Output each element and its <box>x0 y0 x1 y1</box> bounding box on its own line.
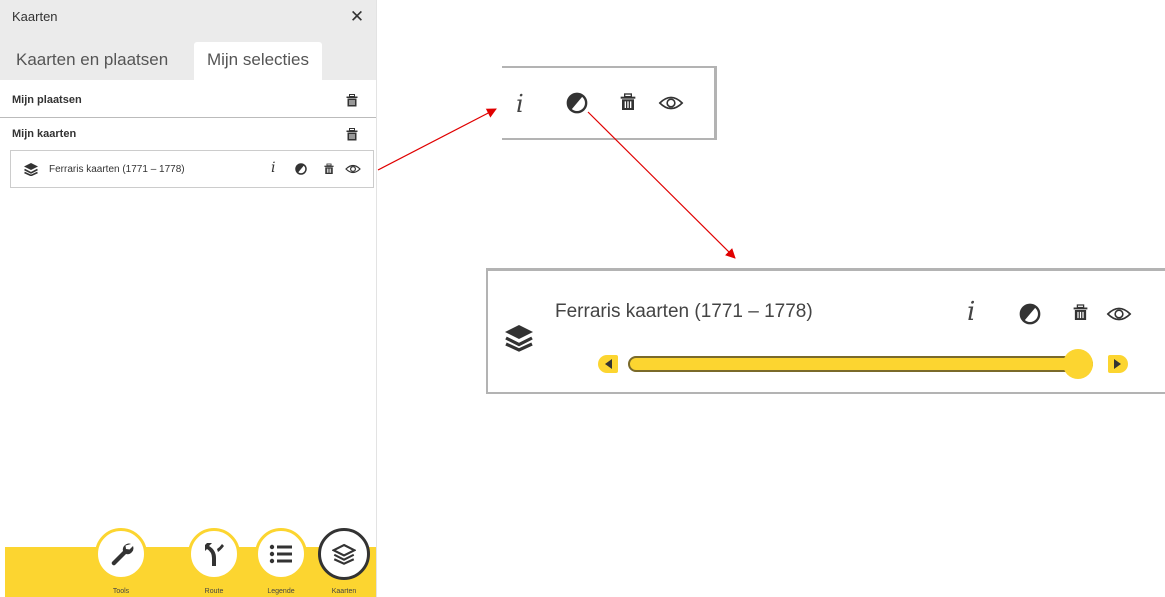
trash-icon[interactable] <box>620 92 636 112</box>
section-mijn-kaarten: Mijn kaarten <box>0 118 376 152</box>
layers-icon <box>503 322 535 352</box>
tab-mijn-selecties[interactable]: Mijn selecties <box>194 42 322 80</box>
close-button[interactable]: ✕ <box>346 6 368 28</box>
nav-label-kaarten: Kaarten <box>331 588 357 595</box>
nav-label-legende: Legende <box>267 588 295 595</box>
trash-icon[interactable] <box>346 94 358 107</box>
zoom-callout-actions: i <box>502 66 717 140</box>
layer-item-ferraris[interactable]: Ferraris kaarten (1771 – 1778) i <box>10 150 374 188</box>
eye-icon[interactable] <box>345 164 361 174</box>
slider-decrease-button[interactable] <box>598 355 618 373</box>
info-icon[interactable]: i <box>271 160 275 176</box>
route-icon <box>202 540 226 568</box>
section-mijn-plaatsen: Mijn plaatsen <box>0 84 376 118</box>
panel-header: Kaarten ✕ <box>0 0 376 36</box>
contrast-icon[interactable] <box>1019 303 1041 325</box>
caret-right-icon <box>1114 359 1121 369</box>
nav-label-tools: Tools <box>112 588 130 595</box>
info-icon[interactable]: i <box>967 297 975 327</box>
caret-left-icon <box>605 359 612 369</box>
kaarten-panel: Kaarten ✕ Kaarten en plaatsen Mijn selec… <box>0 0 377 597</box>
tab-bar: Kaarten en plaatsen Mijn selecties <box>0 36 376 80</box>
section-label: Mijn kaarten <box>12 128 77 140</box>
nav-tools-button[interactable] <box>95 528 147 580</box>
nav-label-route: Route <box>204 588 224 595</box>
info-icon[interactable]: i <box>516 90 524 118</box>
layers-icon <box>23 162 39 176</box>
slider-increase-button[interactable] <box>1108 355 1128 373</box>
nav-route-button[interactable] <box>188 528 240 580</box>
slider-thumb[interactable] <box>1063 349 1093 379</box>
nav-kaarten-button[interactable] <box>318 528 370 580</box>
list-icon <box>269 544 293 564</box>
zoom-callout-layer: Ferraris kaarten (1771 – 1778) i <box>486 268 1165 394</box>
contrast-icon[interactable] <box>566 92 588 114</box>
layers-icon <box>332 543 356 565</box>
section-label: Mijn plaatsen <box>12 94 82 106</box>
arrow-to-actions <box>377 108 497 171</box>
tab-kaarten-en-plaatsen[interactable]: Kaarten en plaatsen <box>8 42 176 80</box>
layer-name: Ferraris kaarten (1771 – 1778) <box>555 301 813 322</box>
wrench-icon <box>107 540 135 568</box>
trash-icon[interactable] <box>324 163 334 175</box>
nav-legende-button[interactable] <box>255 528 307 580</box>
trash-icon[interactable] <box>1073 303 1088 322</box>
eye-icon[interactable] <box>1106 306 1132 322</box>
panel-title: Kaarten <box>12 9 58 24</box>
opacity-slider[interactable] <box>598 349 1140 379</box>
trash-icon[interactable] <box>346 128 358 141</box>
layer-name: Ferraris kaarten (1771 – 1778) <box>49 164 185 175</box>
contrast-icon[interactable] <box>295 163 307 175</box>
slider-track[interactable] <box>628 356 1093 372</box>
eye-icon[interactable] <box>658 95 684 111</box>
